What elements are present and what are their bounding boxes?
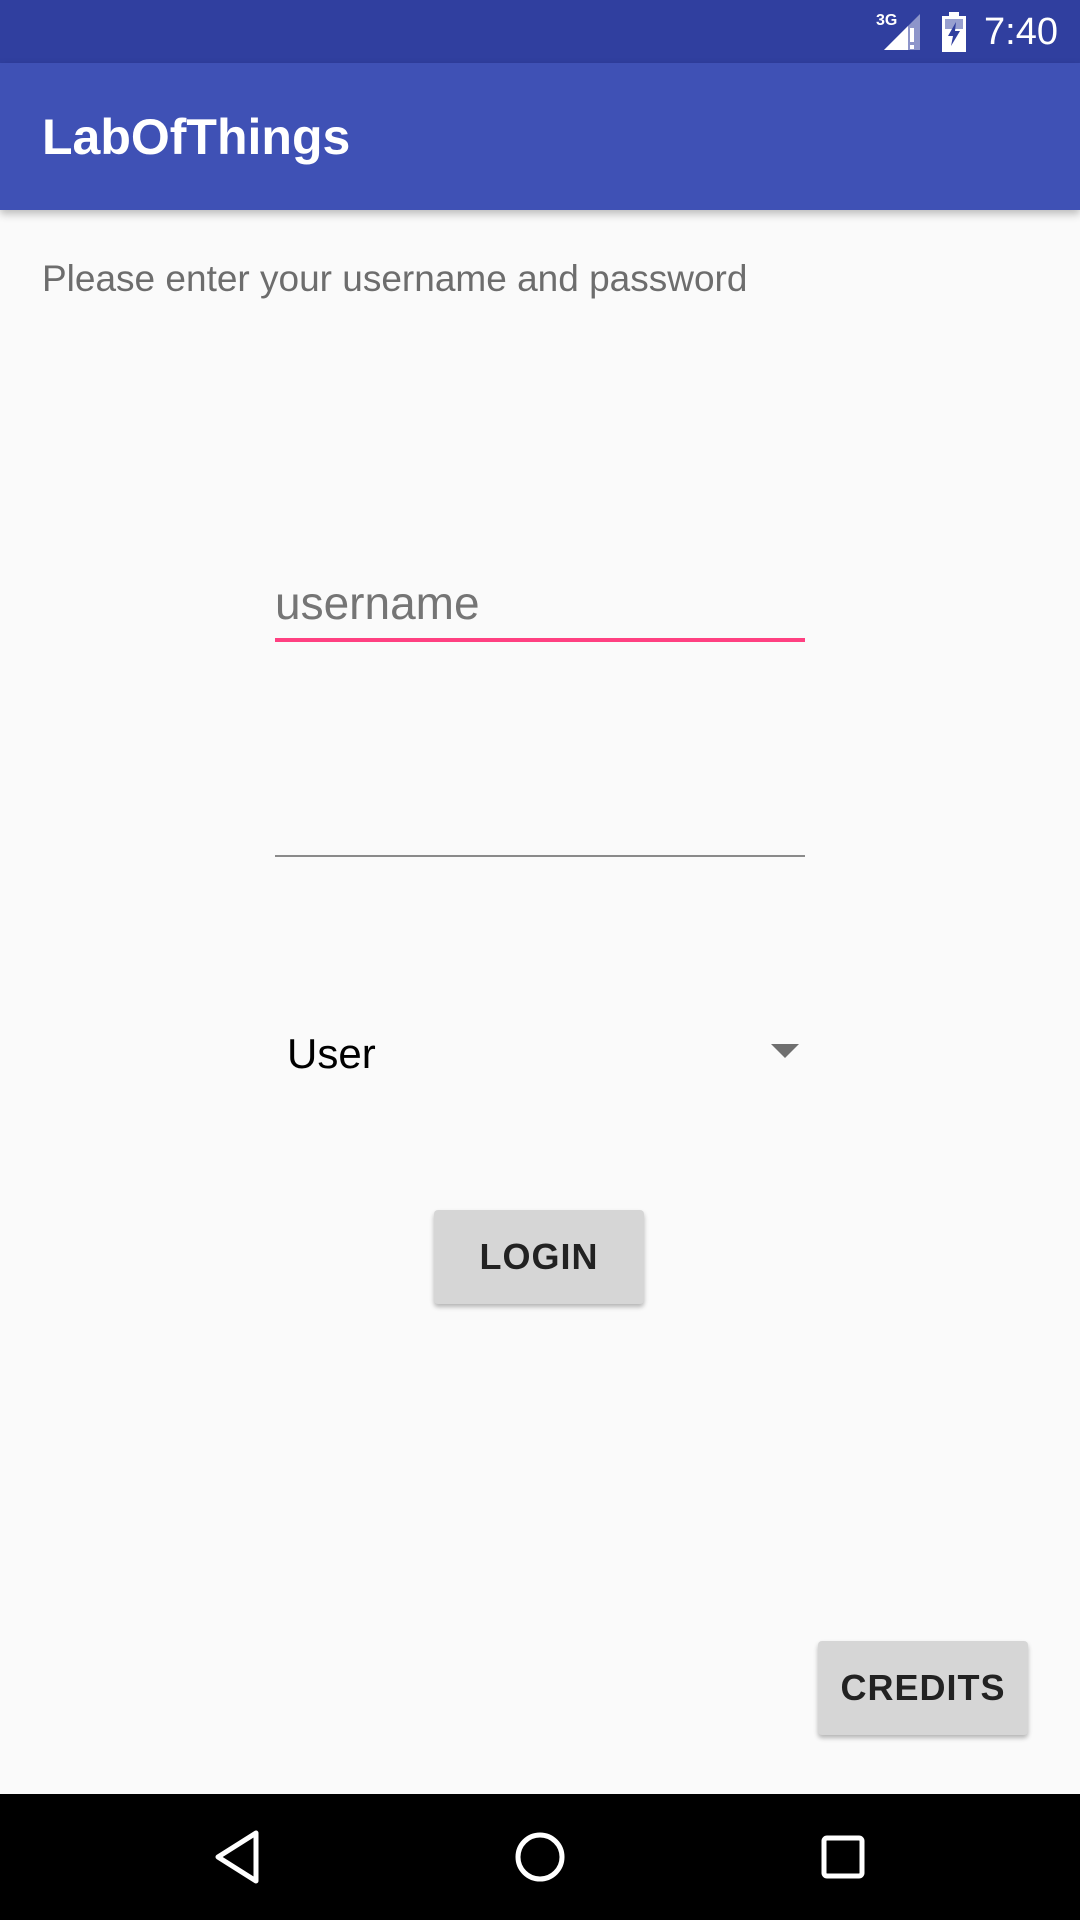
back-icon[interactable]	[204, 1824, 270, 1890]
navigation-bar	[0, 1794, 1080, 1920]
password-field[interactable]	[275, 785, 805, 857]
password-input[interactable]	[275, 785, 805, 851]
credits-button[interactable]: CREDITS	[818, 1641, 1028, 1735]
network-type-label: 3G	[876, 12, 898, 29]
signal-icon: 3G	[872, 10, 924, 52]
battery-charging-icon	[940, 12, 968, 52]
dropdown-arrow-icon	[771, 1044, 799, 1058]
username-underline	[275, 638, 805, 642]
status-time: 7:40	[984, 11, 1058, 53]
login-screen: 3G 7:40 LabOfThings Please enter your us…	[0, 0, 1080, 1920]
username-field[interactable]	[275, 570, 805, 642]
login-button[interactable]: LOGIN	[434, 1210, 644, 1304]
status-bar: 3G 7:40	[0, 0, 1080, 63]
recents-icon[interactable]	[810, 1824, 876, 1890]
home-icon[interactable]	[507, 1824, 573, 1890]
role-spinner[interactable]: User	[275, 1020, 805, 1084]
username-input[interactable]	[275, 570, 805, 636]
password-underline	[275, 855, 805, 857]
role-spinner-value: User	[287, 1030, 376, 1077]
app-bar: LabOfThings	[0, 63, 1080, 210]
app-title: LabOfThings	[42, 109, 351, 165]
instruction-text: Please enter your username and password	[42, 258, 748, 299]
